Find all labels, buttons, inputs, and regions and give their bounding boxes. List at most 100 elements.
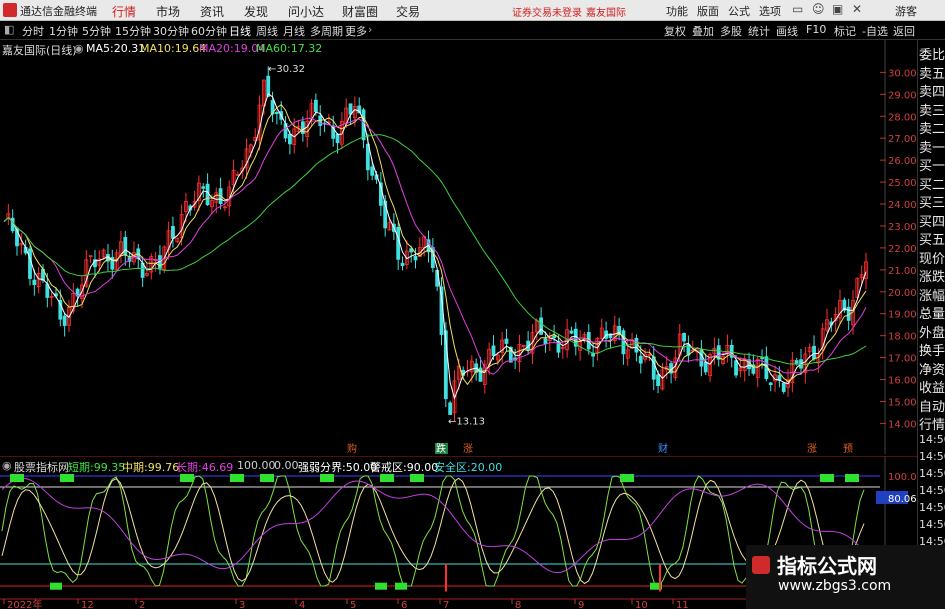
side-item: 收益 [919,381,945,396]
indicator-divide: 强弱分界:50.00 [298,461,378,474]
side-item: 买一 [919,159,945,174]
side-item: 14:50 [919,449,945,463]
price-tick-label: 21.00 [888,266,917,277]
period-30min[interactable]: 30分钟 [153,23,189,39]
menu-ask[interactable]: 问小达 [288,3,324,20]
close-icon[interactable]: ✕ [852,2,862,16]
side-item: 总量 [919,307,945,322]
event-marker: 购 [347,442,357,454]
trade-login-status[interactable]: 证券交易未登录 [512,4,582,19]
formula-menu[interactable]: 公式 [728,3,750,19]
menu-quotes[interactable]: 行情 [112,3,136,20]
menu-trade[interactable]: 交易 [396,3,420,20]
options-menu[interactable]: 选项 [759,3,781,19]
menu-news[interactable]: 资讯 [200,3,224,20]
signal-block-top [820,474,834,482]
layout-menu[interactable]: 版面 [697,3,719,19]
x-tick-label: 8 [515,600,521,609]
tool-stats[interactable]: 统计 [748,23,770,39]
candle-body [682,333,686,342]
minimize-icon[interactable]: ▭ [792,2,803,16]
side-item: 14:50 [919,517,945,531]
stock-label: 嘉友国际(日线) [2,44,77,57]
collapse-icon[interactable]: ◧ [4,23,14,36]
tool-mark[interactable]: 标记 [834,23,856,39]
period-intraday[interactable]: 分时 [22,23,44,39]
side-item: 卖二 [919,122,945,137]
candle-body [274,112,279,114]
signal-block-top [60,474,74,482]
indicator-short: 短期:99.35 [68,461,126,474]
period-1min[interactable]: 1分钟 [49,23,78,39]
side-item: 买五 [919,233,945,248]
side-item: 涨幅 [919,288,945,304]
indicator-bottom: 0.00 [274,459,299,472]
period-5min[interactable]: 5分钟 [82,23,111,39]
candle-body [370,166,375,176]
tool-multistock[interactable]: 多股 [720,23,742,39]
watermark-logo-icon [752,556,770,574]
price-tick-label: 25.00 [888,178,917,189]
settings-icon[interactable]: ◉ [74,42,84,55]
guest-user[interactable]: 游客 [895,3,917,19]
indicator-top: 100.00 [237,459,276,472]
candle-body [794,360,799,364]
price-tick-label: 26.00 [888,156,917,167]
side-item: 换手 [919,344,945,359]
candle-body [539,317,544,335]
signal-block-bottom [50,582,62,590]
tool-f10[interactable]: F10 [806,23,826,36]
price-tick-label: 29.00 [888,90,917,101]
menu-discover[interactable]: 发现 [244,3,268,20]
side-item: 自动 [919,399,945,415]
indicator-mid: 中期:99.76 [122,461,180,474]
candle-body [634,337,639,353]
tool-draw[interactable]: 画线 [776,23,798,39]
menu-wealth[interactable]: 财富圈 [342,3,378,20]
candle-body [28,248,32,279]
side-item: 卖三 [919,103,945,119]
tool-adjust[interactable]: 复权 [664,23,686,39]
candle-body [478,367,483,382]
period-15min[interactable]: 15分钟 [115,23,151,39]
period-monthly[interactable]: 月线 [283,23,305,39]
side-item: 卖一 [919,140,945,156]
candle-body [543,338,548,345]
kline-chart[interactable]: 30.00 29.00 28.00 27.00 26.00 25.00 24.00 23.00… [0,40,917,454]
period-multi[interactable]: 多周期 [310,23,343,39]
menu-market[interactable]: 市场 [156,3,180,20]
signal-block-top [320,474,334,482]
price-tick-label: 14.00 [888,419,917,430]
tool-overlay[interactable]: 叠加 [692,23,714,39]
candle-body [812,345,816,360]
period-weekly[interactable]: 周线 [256,23,278,39]
side-item: 14:50 [919,483,945,497]
period-daily[interactable]: 日线 [229,23,251,39]
tool-back[interactable]: 返回 [893,23,915,39]
side-item: 外盘 [919,325,945,341]
side-item: 卖四 [919,85,945,100]
price-tick-label: 16.00 [888,376,917,387]
app-logo-icon [3,3,17,17]
period-more[interactable]: 更多 [345,23,367,39]
side-item: 涨跌 [919,270,945,285]
candle-body [734,360,738,376]
watermark-title: 指标公式网 [777,554,877,578]
x-tick-label: 7 [443,600,449,609]
side-item: 行情 [919,418,945,433]
event-marker: 预 [843,443,853,454]
candle-body [400,262,405,267]
candle-body [313,99,318,112]
period-60min[interactable]: 60分钟 [191,23,227,39]
indicator-settings-icon[interactable]: ◉ [2,459,12,472]
candle-body [413,255,418,261]
stock-short-name: 嘉友国际 [586,8,626,19]
tool-watchlist[interactable]: -自选 [862,23,888,39]
indicator-long: 长期:46.69 [176,461,234,474]
function-menu[interactable]: 功能 [666,3,688,19]
user-icon[interactable]: ☺ [812,2,825,16]
chevron-right-icon[interactable]: › [368,23,372,36]
candle-body [552,335,557,338]
candle-body [32,279,37,286]
restore-icon[interactable]: ▣ [832,2,843,16]
